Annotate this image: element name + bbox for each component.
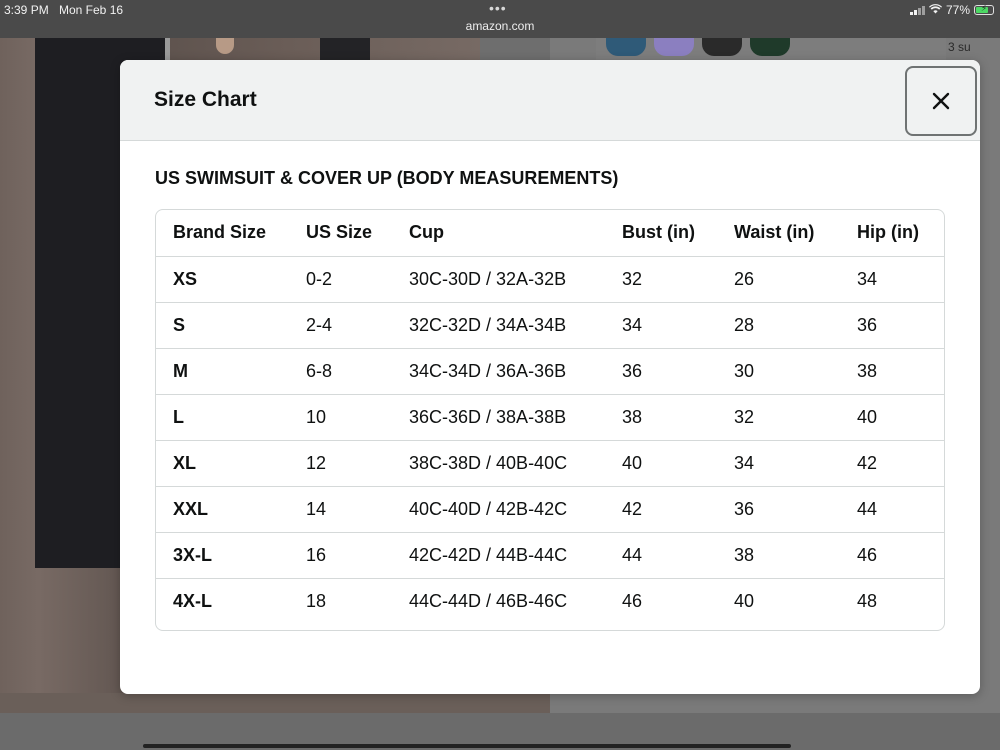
table-row: L 10 36C-36D / 38A-38B 38 32 40	[156, 394, 944, 441]
cell-bust: 46	[622, 590, 643, 611]
table-row: M 6-8 34C-34D / 36A-36B 36 30 38	[156, 348, 944, 395]
cell-cup: 42C-42D / 44B-44C	[392, 532, 605, 579]
table-row: 3X-L 16 42C-42D / 44B-44C 44 38 46	[156, 532, 944, 579]
cell-bust: 36	[605, 348, 717, 395]
cell-bust: 34	[605, 302, 717, 349]
cell-cup: 40C-40D / 42B-42C	[392, 486, 605, 533]
status-date: Mon Feb 16	[59, 3, 124, 17]
background-thumbnail-strip	[596, 38, 946, 60]
cell-brand-size: 4X-L	[173, 590, 213, 611]
cell-cup: 44C-44D / 46B-46C	[409, 590, 568, 611]
cell-us-size: 2-4	[289, 302, 392, 349]
battery-percent: 77%	[945, 3, 970, 17]
background-side-note: 3 su	[948, 40, 971, 54]
cell-hip: 44	[840, 486, 944, 533]
column-header-bust: Bust (in)	[605, 210, 717, 257]
multitasking-dots-icon[interactable]: •••	[489, 0, 507, 16]
column-header-waist: Waist (in)	[717, 210, 840, 257]
cell-waist: 30	[717, 348, 840, 395]
cell-hip: 48	[857, 590, 878, 611]
cell-bust: 40	[605, 440, 717, 487]
cell-waist: 38	[717, 532, 840, 579]
cell-waist: 26	[717, 256, 840, 303]
cell-us-size: 6-8	[289, 348, 392, 395]
cell-bust: 32	[605, 256, 717, 303]
modal-title: Size Chart	[154, 88, 257, 111]
cell-waist: 34	[717, 440, 840, 487]
cell-cup: 32C-32D / 34A-34B	[392, 302, 605, 349]
cell-bust: 38	[605, 394, 717, 441]
cell-hip: 36	[840, 302, 944, 349]
size-chart-modal: Size Chart US SWIMSUIT & COVER UP (BODY …	[120, 60, 980, 694]
cell-bust: 44	[605, 532, 717, 579]
column-header-cup: Cup	[392, 210, 605, 257]
status-bar: 3:39 PM Mon Feb 16 ••• amazon.com 77% ⚡	[0, 0, 1000, 38]
cell-hip: 42	[840, 440, 944, 487]
background-thumbnail	[702, 38, 742, 56]
screen: 3 su 3:39 PM Mon Feb 16 ••• amazon.com 7…	[0, 0, 1000, 750]
cell-waist: 36	[717, 486, 840, 533]
background-lower-strip	[0, 693, 550, 713]
cell-us-size: 18	[306, 590, 327, 611]
close-button[interactable]	[905, 66, 977, 136]
address-bar-url[interactable]: amazon.com	[0, 19, 1000, 33]
table-row: XXL 14 40C-40D / 42B-42C 42 36 44	[156, 486, 944, 533]
cell-hip: 46	[840, 532, 944, 579]
cell-bust: 42	[605, 486, 717, 533]
status-indicators: 77% ⚡	[909, 3, 994, 17]
wifi-icon	[928, 3, 942, 17]
close-icon	[932, 92, 950, 110]
status-time: 3:39 PM	[4, 3, 49, 17]
cell-us-size: 16	[289, 532, 392, 579]
charging-bolt-icon: ⚡	[980, 3, 988, 13]
background-thumbnail	[750, 38, 790, 56]
column-header-hip: Hip (in)	[840, 210, 944, 257]
cell-brand-size: 3X-L	[156, 532, 289, 579]
battery-icon: ⚡	[974, 3, 994, 15]
cell-brand-size: XL	[156, 440, 289, 487]
size-table-container: Brand Size US Size Cup Bust (in) Waist (…	[155, 209, 945, 631]
cell-brand-size: M	[156, 348, 289, 395]
cell-brand-size: XXL	[156, 486, 289, 533]
cell-waist: 32	[717, 394, 840, 441]
column-header-us-size: US Size	[289, 210, 392, 257]
section-title: US SWIMSUIT & COVER UP (BODY MEASUREMENT…	[155, 168, 619, 188]
column-header-brand-size: Brand Size	[156, 210, 289, 257]
table-row: S 2-4 32C-32D / 34A-34B 34 28 36	[156, 302, 944, 349]
cell-hip: 38	[840, 348, 944, 395]
modal-header: Size Chart	[120, 60, 980, 141]
background-thumbnail	[654, 38, 694, 56]
cell-hip: 40	[840, 394, 944, 441]
cell-brand-size: XS	[156, 256, 289, 303]
cell-us-size: 12	[289, 440, 392, 487]
table-row: 4X-L 18 44C-44D / 46B-46C 46 40 48	[156, 578, 944, 624]
cell-waist: 28	[717, 302, 840, 349]
cell-us-size: 0-2	[289, 256, 392, 303]
cell-us-size: 10	[289, 394, 392, 441]
cell-cup: 38C-38D / 40B-40C	[392, 440, 605, 487]
cell-cup: 34C-34D / 36A-36B	[392, 348, 605, 395]
cell-brand-size: S	[156, 302, 289, 349]
table-header-row: Brand Size US Size Cup Bust (in) Waist (…	[156, 210, 944, 257]
home-indicator[interactable]	[143, 744, 791, 748]
cell-waist: 40	[734, 590, 755, 611]
cell-cup: 30C-30D / 32A-32B	[392, 256, 605, 303]
background-thumbnail	[606, 38, 646, 56]
cell-cup: 36C-36D / 38A-38B	[392, 394, 605, 441]
cell-brand-size: L	[156, 394, 289, 441]
size-table: Brand Size US Size Cup Bust (in) Waist (…	[156, 210, 944, 624]
table-row: XS 0-2 30C-30D / 32A-32B 32 26 34	[156, 256, 944, 303]
cell-us-size: 14	[289, 486, 392, 533]
table-row: XL 12 38C-38D / 40B-40C 40 34 42	[156, 440, 944, 487]
cell-hip: 34	[840, 256, 944, 303]
signal-icon	[909, 5, 925, 15]
